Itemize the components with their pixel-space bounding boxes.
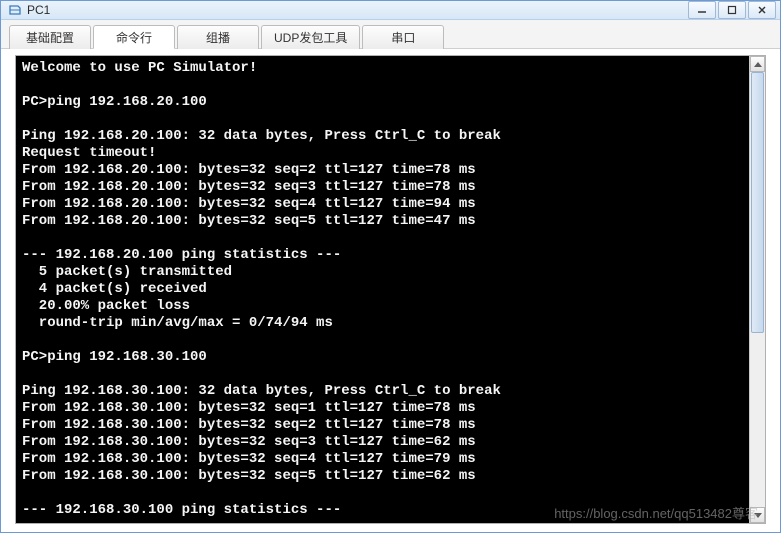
tab-basic-config[interactable]: 基础配置 [9,25,91,49]
scroll-up-button[interactable] [750,56,765,72]
minimize-button[interactable] [688,1,716,19]
tab-command-line[interactable]: 命令行 [93,25,175,49]
scrollbar [749,56,765,523]
titlebar: PC1 [1,1,780,20]
terminal-output[interactable]: Welcome to use PC Simulator! PC>ping 192… [16,56,749,523]
maximize-button[interactable] [718,1,746,19]
window-controls [688,1,776,19]
tab-udp-tool[interactable]: UDP发包工具 [261,25,360,49]
tab-serial[interactable]: 串口 [362,25,444,49]
scroll-track[interactable] [750,72,765,507]
window-title: PC1 [27,3,688,17]
app-window: PC1 基础配置 命令行 组播 UDP发包工具 串口 Welcome to us… [0,0,781,533]
content-area: Welcome to use PC Simulator! PC>ping 192… [1,49,780,534]
scroll-thumb[interactable] [751,72,764,333]
chevron-up-icon [754,62,762,67]
tab-multicast[interactable]: 组播 [177,25,259,49]
terminal-frame: Welcome to use PC Simulator! PC>ping 192… [15,55,766,524]
tabbar: 基础配置 命令行 组播 UDP发包工具 串口 [1,20,780,49]
scroll-down-button[interactable] [750,507,765,523]
close-button[interactable] [748,1,776,19]
app-icon [7,2,23,18]
chevron-down-icon [754,513,762,518]
